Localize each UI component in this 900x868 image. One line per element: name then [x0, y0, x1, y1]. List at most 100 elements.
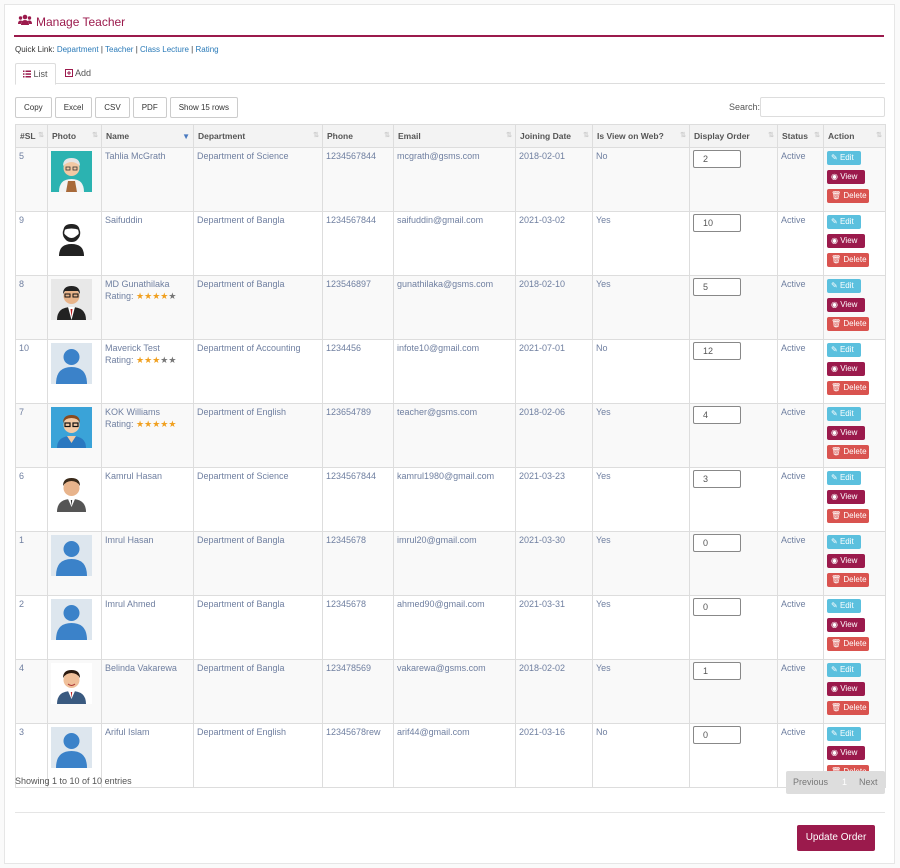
eye-icon: ◉ [831, 300, 838, 309]
show-rows-button[interactable]: Show 15 rows [169, 97, 238, 118]
sort-icon: ⇅ [313, 132, 319, 139]
edit-button[interactable]: ✎ Edit [827, 727, 861, 741]
department-cell: Department of English [197, 727, 287, 737]
view-button[interactable]: ◉ View [827, 170, 865, 184]
edit-button[interactable]: ✎ Edit [827, 343, 861, 357]
display-order-input[interactable] [693, 598, 741, 616]
display-order-input[interactable] [693, 534, 741, 552]
delete-button[interactable]: 🗑 Delete [827, 701, 869, 715]
view-button[interactable]: ◉ View [827, 682, 865, 696]
trash-icon: 🗑 [831, 319, 842, 328]
display-order-input[interactable] [693, 470, 741, 488]
pdf-button[interactable]: PDF [132, 97, 167, 118]
joining-date-cell: 2018-02-02 [519, 663, 566, 673]
quick-link-class-lecture[interactable]: Class Lecture [140, 45, 189, 54]
edit-button[interactable]: ✎ Edit [827, 279, 861, 293]
view-button[interactable]: ◉ View [827, 490, 865, 504]
quick-link-department[interactable]: Department [57, 45, 99, 54]
column-header-label: Email [398, 131, 421, 141]
trash-icon: 🗑 [831, 639, 842, 648]
delete-button[interactable]: 🗑 Delete [827, 573, 869, 587]
trash-icon: 🗑 [831, 255, 842, 264]
excel-button[interactable]: Excel [54, 97, 93, 118]
display-order-input[interactable] [693, 214, 741, 232]
edit-button[interactable]: ✎ Edit [827, 535, 861, 549]
column-header[interactable]: Joining Date ⇅ [515, 124, 593, 148]
edit-icon: ✎ [831, 217, 838, 226]
sort-icon: ⇅ [680, 132, 686, 139]
view-button[interactable]: ◉ View [827, 554, 865, 568]
delete-button[interactable]: 🗑 Delete [827, 637, 869, 651]
delete-button[interactable]: 🗑 Delete [827, 509, 869, 523]
display-order-input[interactable] [693, 662, 741, 680]
delete-button[interactable]: 🗑 Delete [827, 445, 869, 459]
quick-link-label: Quick Link: [15, 45, 55, 54]
delete-button[interactable]: 🗑 Delete [827, 189, 869, 203]
column-header[interactable]: Phone ⇅ [322, 124, 394, 148]
quick-link-teacher[interactable]: Teacher [105, 45, 133, 54]
view-button[interactable]: ◉ View [827, 426, 865, 440]
table-row: 7 KOK Williams Rating: ★★★★★ Department of … [15, 403, 886, 468]
star-icon: ★ [136, 355, 145, 365]
display-order-input[interactable] [693, 278, 741, 296]
copy-button[interactable]: Copy [15, 97, 52, 118]
column-header[interactable]: Department ⇅ [193, 124, 323, 148]
display-order-input[interactable] [693, 342, 741, 360]
tab-add[interactable]: Add [58, 63, 98, 84]
view-button[interactable]: ◉ View [827, 298, 865, 312]
table-row: 1 Imrul Hasan Department of Bangla 12345678… [15, 531, 886, 596]
column-header[interactable]: Photo ⇅ [47, 124, 102, 148]
previous-button[interactable]: Previous [793, 777, 828, 787]
sl-cell: 4 [19, 663, 25, 673]
edit-label: Edit [839, 537, 854, 546]
display-order-input[interactable] [693, 726, 741, 744]
teacher-avatar [51, 727, 92, 768]
status-cell: Active [781, 151, 806, 161]
search-label: Search: [729, 102, 761, 112]
column-header[interactable]: Email ⇅ [393, 124, 516, 148]
edit-button[interactable]: ✎ Edit [827, 599, 861, 613]
tab-list[interactable]: List [15, 63, 56, 85]
search-input[interactable] [760, 97, 885, 117]
column-header[interactable]: Display Order ⇅ [689, 124, 778, 148]
column-header-label: Phone [327, 131, 353, 141]
csv-button[interactable]: CSV [95, 97, 130, 118]
star-icon: ★ [136, 419, 145, 429]
column-header[interactable]: Name ▼ [101, 124, 194, 148]
edit-button[interactable]: ✎ Edit [827, 151, 861, 165]
edit-button[interactable]: ✎ Edit [827, 215, 861, 229]
trash-icon: 🗑 [831, 511, 842, 520]
column-header[interactable]: Action ⇅ [823, 124, 886, 148]
star-icon: ★ [144, 419, 153, 429]
column-header-label: Display Order [694, 131, 750, 141]
view-button[interactable]: ◉ View [827, 746, 865, 760]
quick-link-rating[interactable]: Rating [195, 45, 218, 54]
view-button[interactable]: ◉ View [827, 618, 865, 632]
display-order-input[interactable] [693, 150, 741, 168]
edit-label: Edit [839, 601, 854, 610]
phone-cell: 1234456 [326, 343, 362, 353]
edit-button[interactable]: ✎ Edit [827, 663, 861, 677]
page-1-button[interactable]: 1 [842, 777, 847, 787]
display-order-input[interactable] [693, 406, 741, 424]
column-header[interactable]: #SL ⇅ [15, 124, 48, 148]
column-header[interactable]: Is View on Web? ⇅ [592, 124, 690, 148]
view-button[interactable]: ◉ View [827, 234, 865, 248]
eye-icon: ◉ [831, 556, 838, 565]
next-button[interactable]: Next [859, 777, 878, 787]
edit-button[interactable]: ✎ Edit [827, 471, 861, 485]
view-button[interactable]: ◉ View [827, 362, 865, 376]
edit-button[interactable]: ✎ Edit [827, 407, 861, 421]
teacher-name: Imrul Hasan [105, 535, 154, 545]
delete-button[interactable]: 🗑 Delete [827, 381, 869, 395]
joining-date-cell: 2021-03-02 [519, 215, 566, 225]
column-header[interactable]: Status ⇅ [777, 124, 824, 148]
update-order-button[interactable]: Update Order [797, 825, 875, 851]
delete-button[interactable]: 🗑 Delete [827, 253, 869, 267]
teacher-name: Maverick Test [105, 343, 160, 353]
joining-date-cell: 2021-03-30 [519, 535, 566, 545]
star-icon: ★ [136, 291, 145, 301]
email-cell: kamrul1980@gmail.com [397, 471, 495, 481]
phone-cell: 1234567844 [326, 151, 377, 161]
delete-button[interactable]: 🗑 Delete [827, 317, 869, 331]
